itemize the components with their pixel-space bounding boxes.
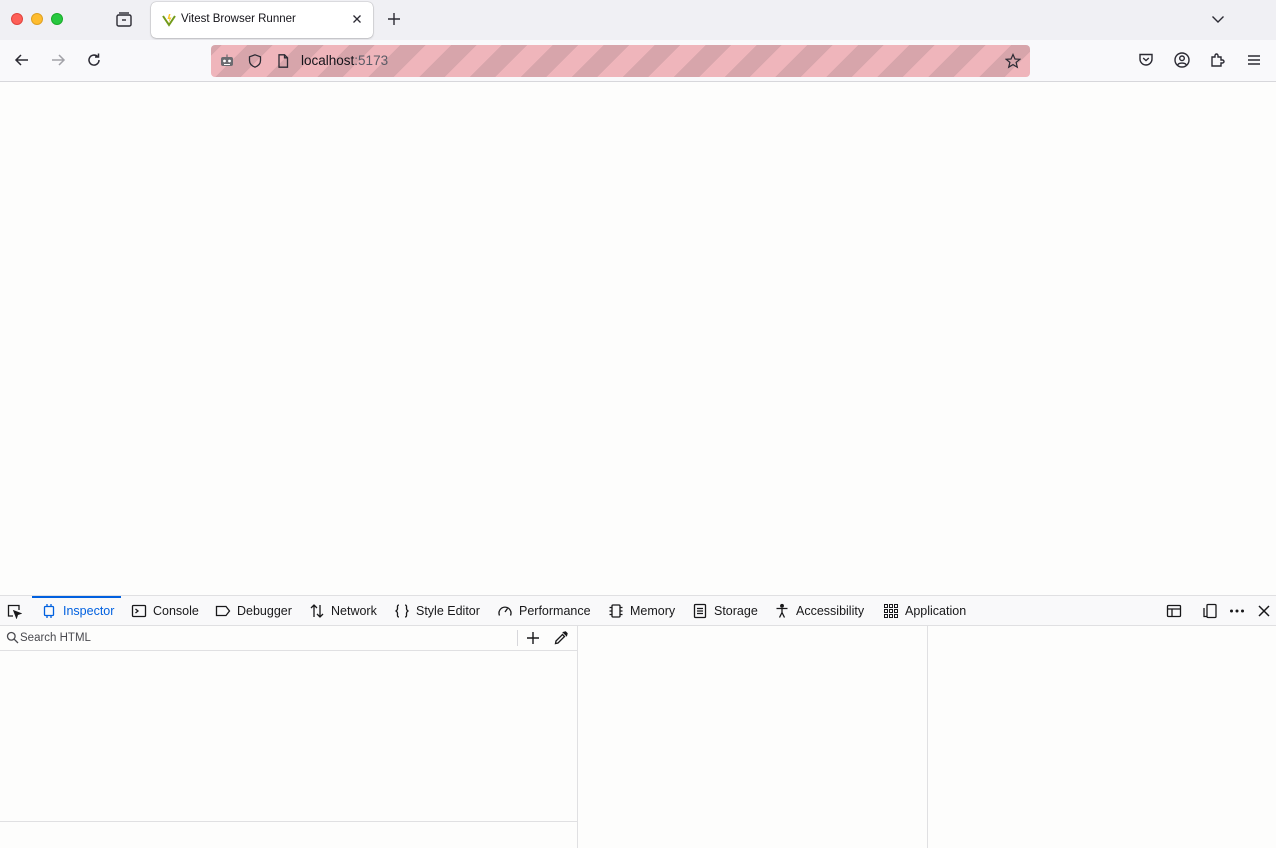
robot-icon [221,54,233,66]
network-icon [310,603,324,618]
application-icon [884,603,898,618]
reload-icon[interactable] [84,50,104,70]
inspector-icon [43,603,55,618]
browser-tab[interactable]: Vitest Browser Runner [151,2,373,38]
tab-label: Network [331,603,377,618]
search-icon [6,631,19,644]
account-icon[interactable] [1173,51,1191,69]
devtools-toolbar: Inspector Console Debugger Network Style… [0,596,1276,626]
tab-debugger[interactable]: Debugger [215,596,292,625]
close-window-button[interactable] [11,13,23,25]
tab-label: Inspector [63,603,115,618]
element-picker-icon[interactable] [6,603,22,619]
vitest-logo-icon [162,14,176,27]
maximize-window-button[interactable] [51,13,63,25]
shield-icon[interactable] [247,53,263,69]
extensions-icon[interactable] [1209,51,1227,69]
url-host: localhost [301,53,355,68]
firefox-view-icon[interactable] [114,10,134,30]
add-node-icon[interactable] [525,630,541,646]
debugger-icon [215,605,231,616]
performance-icon [498,605,512,616]
tab-strip: Vitest Browser Runner [0,0,1276,40]
star-icon[interactable] [1005,53,1021,69]
close-icon[interactable] [1256,603,1272,619]
toggle-sidebar-icon[interactable] [1166,603,1182,619]
tab-label: Performance [519,603,591,618]
tab-application[interactable]: Application [883,596,966,625]
rules-pane [579,626,928,848]
eyedropper-icon[interactable] [553,630,569,646]
url-port: :5173 [354,53,389,68]
new-tab-icon[interactable] [385,10,403,28]
tab-console[interactable]: Console [131,596,199,625]
tab-accessibility[interactable]: Accessibility [774,596,864,625]
minimize-window-button[interactable] [31,13,43,25]
close-tab-icon[interactable] [349,11,365,27]
markup-view [0,626,578,848]
tab-network[interactable]: Network [309,596,377,625]
tab-label: Memory [630,603,676,618]
console-icon [131,604,147,617]
page-content [0,83,1276,595]
page-icon[interactable] [275,53,291,69]
tab-title: Vitest Browser Runner [181,13,296,25]
url-bar[interactable]: localhost:5173 [211,45,1030,77]
tab-label: Style Editor [416,603,480,618]
more-options-icon[interactable] [1229,603,1245,619]
forward-icon[interactable] [48,50,68,70]
search-html-input[interactable] [20,628,510,648]
search-bar [0,626,577,651]
divider [517,630,518,646]
tab-label: Accessibility [796,603,865,618]
layout-pane [929,626,1276,848]
chevron-down-icon[interactable] [1210,11,1226,27]
style-editor-icon [394,603,410,618]
tab-label: Application [905,603,967,618]
navigation-bar: localhost:5173 [0,40,1276,82]
tab-memory[interactable]: Memory [608,596,675,625]
pocket-icon[interactable] [1137,51,1155,69]
tab-storage[interactable]: Storage [692,596,758,625]
tab-label: Storage [714,603,758,618]
tab-style-editor[interactable]: Style Editor [394,596,480,625]
tab-label: Console [153,603,199,618]
tab-performance[interactable]: Performance [497,596,591,625]
menu-icon[interactable] [1245,51,1263,69]
storage-icon [693,603,707,618]
devtools-panel: Inspector Console Debugger Network Style… [0,595,1276,848]
back-icon[interactable] [12,50,32,70]
accessibility-icon [776,603,788,618]
memory-icon [609,603,623,618]
breadcrumb [0,821,577,848]
url-text: localhost:5173 [301,53,388,68]
responsive-design-icon[interactable] [1202,603,1218,619]
tab-label: Debugger [237,603,292,618]
tab-inspector[interactable]: Inspector [31,596,122,625]
